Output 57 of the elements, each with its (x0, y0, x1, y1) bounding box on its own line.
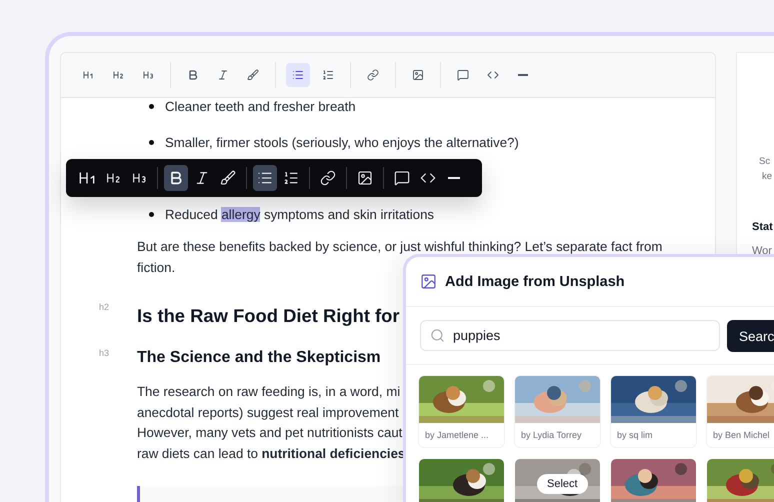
search-button[interactable]: Searc (727, 320, 774, 352)
paragraph-line: anecdotal reports) suggest real improvement (137, 404, 399, 422)
list-item-text: Reduced allergy symptoms and skin irritations (165, 206, 434, 222)
image-icon (412, 69, 424, 81)
search-field[interactable]: puppies (420, 320, 720, 351)
panel-text: Wor (752, 244, 773, 259)
brush-icon (247, 69, 259, 81)
image-result-card[interactable]: by sq lim (611, 376, 696, 447)
list-item-text: Smaller, firmer stools (seriously, who enjoys the alternative?) (165, 134, 519, 150)
bullet-dot (149, 104, 154, 108)
section-heading: Is the Raw Food Diet Right for (137, 304, 400, 328)
photo-credit: by Lydia Torrey (520, 429, 583, 442)
bullet-dot (149, 212, 154, 216)
link-icon (320, 170, 336, 186)
paragraph-line: The research on raw feeding is, in a word, mi (137, 383, 400, 401)
heading-two-icon (112, 69, 124, 81)
numbered-list-icon (283, 170, 299, 186)
panel-text: Sc (759, 155, 772, 169)
image-result-card[interactable]: by Jametlene ... (419, 376, 504, 447)
link-icon (367, 69, 379, 81)
comment-icon (457, 69, 469, 81)
bullet-dot (149, 140, 154, 144)
heading-marker: h2 (99, 302, 110, 312)
paragraph-line: However, many vets and pet nutritionists caut (137, 424, 402, 442)
image-result-card[interactable]: by Lydia Torrey (515, 376, 600, 447)
select-button[interactable]: Select (537, 474, 588, 494)
bold-icon (187, 69, 199, 81)
comment-icon (394, 170, 410, 186)
paragraph-line: raw diets can lead to nutritional deficiencies (137, 444, 406, 462)
heading-three-icon (142, 69, 154, 81)
brush-icon (220, 170, 236, 186)
italic-icon (194, 170, 210, 186)
dialog-title: Add Image from Unsplash (445, 274, 625, 290)
search-icon (430, 328, 445, 343)
code-icon (487, 69, 499, 81)
italic-icon (217, 69, 229, 81)
photo-credit: by Jametlene ... (424, 429, 490, 442)
panel-text: ke (762, 170, 774, 184)
heading-one-icon (82, 69, 94, 81)
image-icon (420, 273, 437, 290)
bold-icon (168, 170, 184, 186)
subsection-heading: The Science and the Skepticism (137, 348, 381, 368)
heading-marker: h3 (99, 348, 110, 358)
bold-button[interactable] (164, 165, 188, 191)
bullet-list-button[interactable] (253, 165, 277, 191)
paragraph-line: But are these benefits backed by science, or just wishful thinking? Let’s separate fact from (137, 238, 662, 256)
panel-heading: Stat (752, 220, 774, 235)
list-item-text: Cleaner teeth and fresher breath (165, 98, 356, 114)
bullet-list-button[interactable] (286, 63, 310, 87)
numbered-list-icon (322, 69, 334, 81)
paragraph-line: fiction. (137, 258, 176, 276)
photo-credit: by sq lim (616, 429, 654, 442)
photo-credit: by Ben Michel (712, 429, 771, 442)
horizontal-rule-icon (448, 177, 460, 179)
image-icon (357, 170, 373, 186)
horizontal-rule-icon (518, 74, 528, 76)
image-result-card[interactable]: by Ben Michel (707, 376, 774, 447)
